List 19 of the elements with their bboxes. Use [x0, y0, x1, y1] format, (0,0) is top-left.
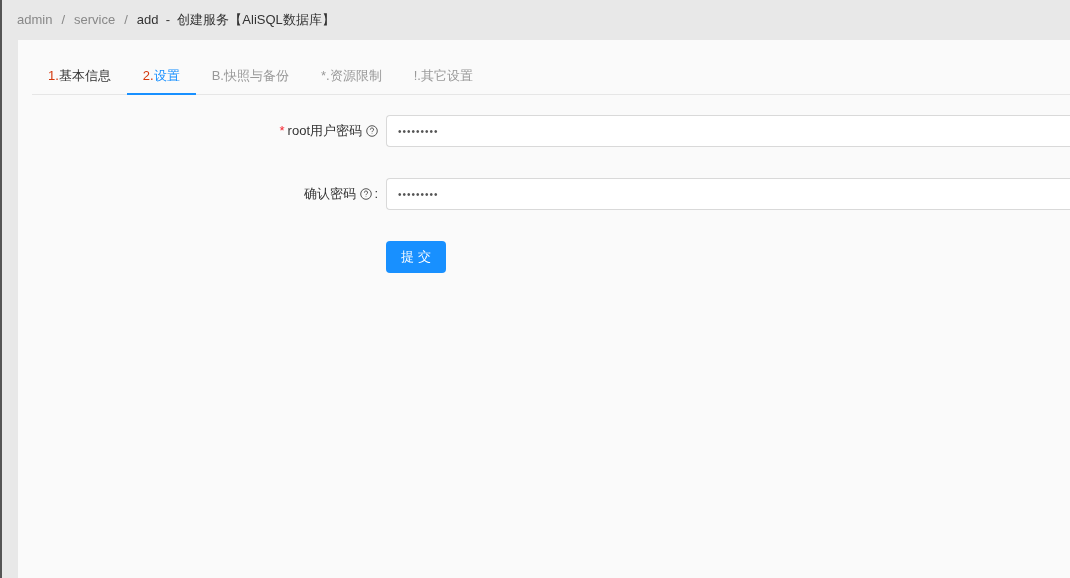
- breadcrumb-link[interactable]: admin: [17, 10, 53, 30]
- submit-button[interactable]: 提 交: [386, 241, 446, 273]
- password-field[interactable]: •••••••••: [386, 178, 1070, 210]
- breadcrumb-link[interactable]: service: [74, 10, 116, 30]
- required-mark: *: [279, 122, 285, 141]
- breadcrumb-current: add - 创建服务【AliSQL数据库】: [136, 11, 335, 30]
- tab[interactable]: B.快照与备份: [195, 59, 305, 95]
- tab[interactable]: 2.设置: [126, 59, 196, 95]
- tab[interactable]: !.其它设置: [397, 59, 489, 95]
- label-colon: :: [374, 185, 378, 204]
- password-field[interactable]: •••••••••: [386, 115, 1070, 147]
- help-icon: [360, 188, 373, 200]
- help-icon: [366, 125, 378, 137]
- breadcrumb-separator: /: [124, 11, 128, 30]
- field-label: root用户密码: [287, 122, 362, 141]
- tab[interactable]: 1.基本信息: [32, 59, 127, 95]
- field-label: 确认密码: [304, 185, 357, 204]
- breadcrumb-separator: /: [61, 11, 66, 30]
- tab[interactable]: *.资源限制: [305, 59, 398, 95]
